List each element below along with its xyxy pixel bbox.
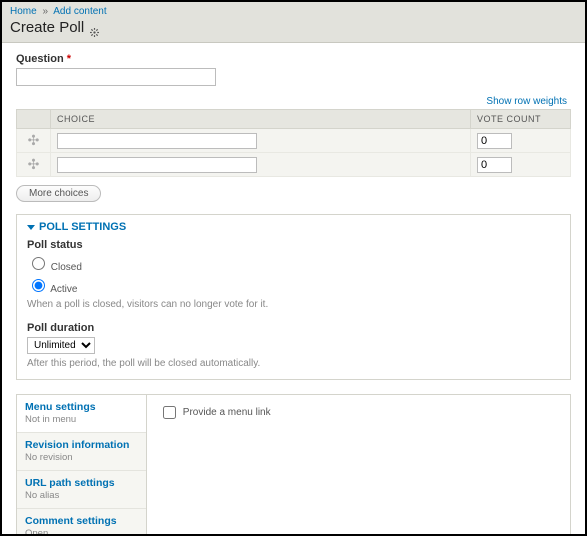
question-label: Question * [16,53,571,65]
tab-summary: No revision [25,452,138,463]
more-choices-button[interactable]: More choices [16,185,101,202]
poll-settings-legend[interactable]: POLL SETTINGS [27,221,560,233]
choice-input[interactable] [57,133,257,149]
vertical-tab-pane: Provide a menu link [147,395,570,536]
tab-summary: No alias [25,490,138,501]
th-choice: CHOICE [51,110,471,129]
tab-label: URL path settings [25,477,138,489]
tab-url-path-settings[interactable]: URL path settings No alias [17,471,146,509]
show-row-weights-link[interactable]: Show row weights [486,96,567,107]
breadcrumb-sep: » [39,6,51,17]
content-area: Question * Show row weights CHOICE VOTE … [2,43,585,536]
question-label-text: Question [16,53,64,65]
poll-settings-fieldset: POLL SETTINGS Poll status Closed Active … [16,214,571,380]
poll-duration-label: Poll duration [27,322,560,334]
table-row: ✣ [17,129,571,153]
drag-handle-icon[interactable]: ✣ [28,156,40,172]
breadcrumb-add-content[interactable]: Add content [53,6,106,17]
provide-menu-link-label: Provide a menu link [183,407,271,418]
question-input[interactable] [16,68,216,86]
vote-count-input[interactable] [477,157,512,173]
chevron-down-icon [27,225,35,230]
vertical-tabs: Menu settings Not in menu Revision infor… [16,394,571,536]
tab-label: Menu settings [25,401,138,413]
drag-handle-icon[interactable]: ✣ [28,132,40,148]
poll-status-label: Poll status [27,239,560,251]
vertical-tabs-list: Menu settings Not in menu Revision infor… [17,395,147,536]
th-drag [17,110,51,129]
tab-label: Revision information [25,439,138,451]
provide-menu-link-checkbox[interactable] [163,406,176,419]
required-marker: * [67,53,71,65]
th-vote: VOTE COUNT [471,110,571,129]
page-title: Create Poll [10,19,577,36]
table-row: ✣ [17,153,571,177]
gear-icon[interactable] [90,24,99,33]
choices-table: CHOICE VOTE COUNT ✣ ✣ [16,109,571,177]
choice-input[interactable] [57,157,257,173]
breadcrumb-home[interactable]: Home [10,6,37,17]
tab-summary: Open [25,528,138,536]
tab-comment-settings[interactable]: Comment settings Open [17,509,146,536]
poll-duration-select[interactable]: Unlimited [27,337,95,354]
tab-summary: Not in menu [25,414,138,425]
header-band: Home » Add content Create Poll [2,2,585,43]
tab-menu-settings[interactable]: Menu settings Not in menu [17,395,146,433]
tab-label: Comment settings [25,515,138,527]
page-root: Home » Add content Create Poll Question … [0,0,587,536]
status-closed-label: Closed [51,262,82,273]
vote-count-input[interactable] [477,133,512,149]
status-active-radio[interactable] [32,279,45,292]
poll-settings-legend-text: POLL SETTINGS [39,221,126,233]
page-title-text: Create Poll [10,19,84,36]
duration-help: After this period, the poll will be clos… [27,358,560,369]
breadcrumb: Home » Add content [10,6,577,17]
status-help: When a poll is closed, visitors can no l… [27,299,560,310]
tab-revision-information[interactable]: Revision information No revision [17,433,146,471]
status-active-label: Active [50,284,77,295]
status-closed-radio[interactable] [32,257,45,270]
